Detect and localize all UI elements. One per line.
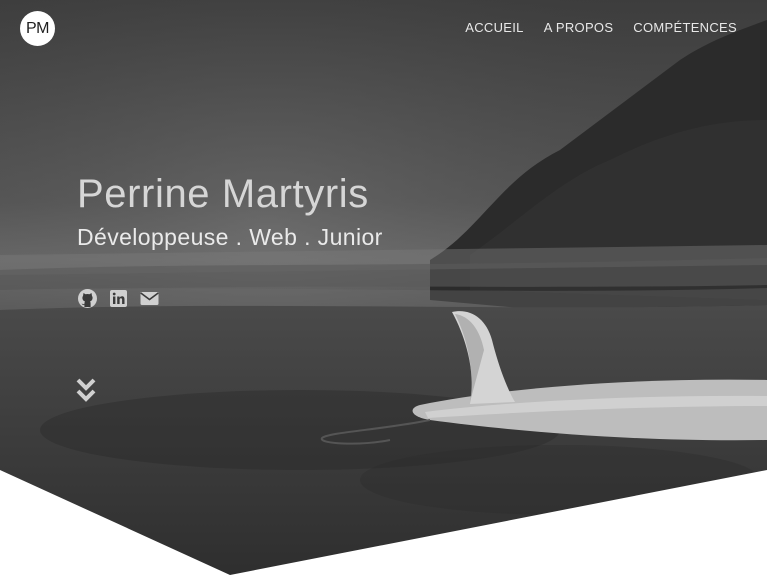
hero-subtitle: Développeuse . Web . Junior (77, 224, 383, 250)
envelope-icon (140, 292, 159, 305)
main-nav: ACCUEIL A PROPOS COMPÉTENCES (465, 20, 737, 36)
nav-item-competences[interactable]: COMPÉTENCES (633, 20, 737, 36)
github-link[interactable] (77, 288, 98, 309)
nav-item-a-propos[interactable]: A PROPOS (544, 20, 614, 36)
github-icon (78, 289, 97, 308)
nav-item-accueil[interactable]: ACCUEIL (465, 20, 523, 36)
hero-section: PM ACCUEIL A PROPOS COMPÉTENCES Perrine … (0, 0, 767, 578)
social-links (77, 288, 160, 309)
email-link[interactable] (139, 288, 160, 309)
linkedin-icon (110, 290, 127, 307)
scroll-down-button[interactable] (76, 378, 96, 404)
hero-name: Perrine Martyris (77, 172, 369, 216)
brand-logo[interactable]: PM (20, 11, 55, 46)
linkedin-link[interactable] (108, 288, 129, 309)
double-chevron-down-icon (76, 378, 96, 402)
